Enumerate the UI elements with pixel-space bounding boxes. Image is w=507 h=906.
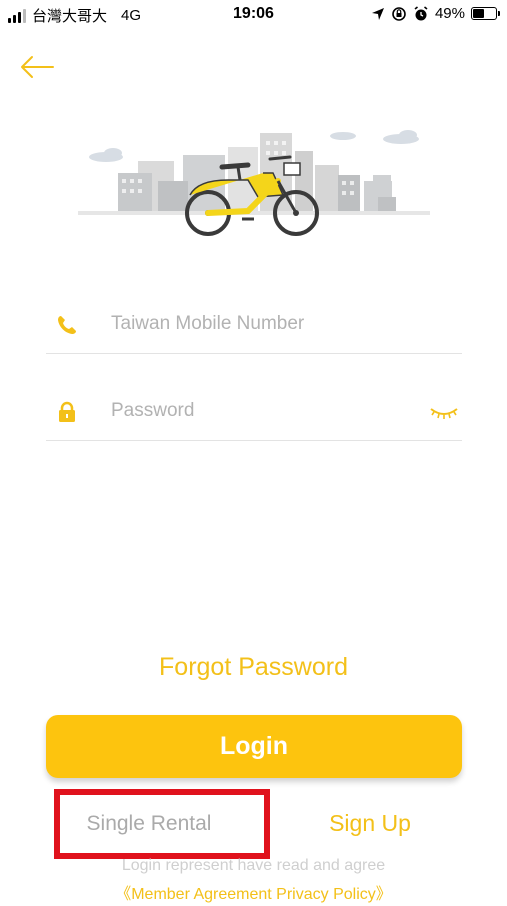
single-rental-button[interactable]: Single Rental <box>54 789 270 859</box>
status-right: 49% <box>371 5 500 22</box>
phone-number-input[interactable] <box>111 306 411 342</box>
agreement-notice: Login represent have read and agree <box>121 857 386 874</box>
lock-icon <box>59 401 75 422</box>
password-field-row <box>46 383 462 441</box>
password-input[interactable] <box>111 393 411 429</box>
battery-percent: 49% <box>434 5 465 22</box>
sign-up-link[interactable]: Sign Up <box>300 810 440 837</box>
alarm-icon <box>414 5 428 20</box>
phone-field-row <box>46 296 462 354</box>
location-icon <box>371 7 384 20</box>
toggle-password-visibility-button[interactable] <box>428 401 460 423</box>
arrow-left-icon <box>21 56 54 78</box>
status-bar: 台灣大哥大 4G 19:06 49% <box>0 0 507 30</box>
forgot-password-link[interactable]: Forgot Password <box>0 653 507 682</box>
bike-city-illustration <box>78 130 430 236</box>
single-rental-label: Single Rental <box>86 812 212 835</box>
eye-closed-icon <box>430 408 458 419</box>
member-agreement-privacy-link[interactable]: 《Member Agreement Privacy Policy》 <box>0 880 507 904</box>
orientation-lock-icon <box>392 6 406 21</box>
login-button[interactable]: Login <box>46 715 462 778</box>
battery-icon <box>471 7 500 20</box>
phone-icon <box>58 316 76 334</box>
back-button[interactable] <box>18 52 56 82</box>
